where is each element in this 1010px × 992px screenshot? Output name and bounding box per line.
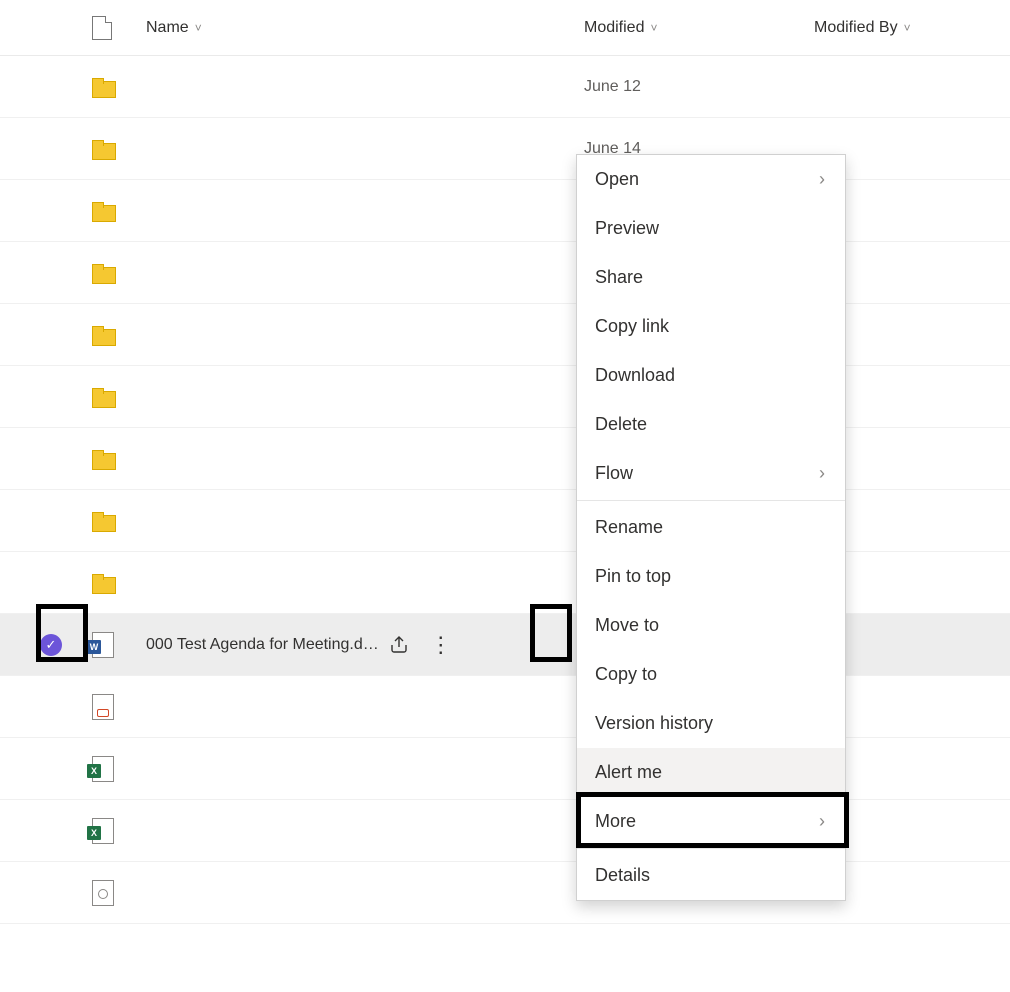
column-header-modifiedby[interactable]: Modified By ˅ xyxy=(814,19,994,37)
row-name-cell[interactable]: 000 Test Agenda for Meeting.d… ⋮ xyxy=(146,633,584,657)
chevron-right-icon: › xyxy=(819,463,825,484)
folder-icon xyxy=(92,574,114,592)
table-row[interactable]: ✓ W 000 Test Agenda for Meeting.d… ⋮ xyxy=(0,614,1010,676)
column-header-modifiedby-label: Modified By xyxy=(814,19,898,37)
row-icon-cell xyxy=(86,388,146,406)
folder-icon xyxy=(92,388,114,406)
row-icon-cell xyxy=(86,512,146,530)
menu-delete[interactable]: Delete xyxy=(577,400,845,449)
table-row[interactable]: June 14 xyxy=(0,118,1010,180)
menu-copy-link[interactable]: Copy link xyxy=(577,302,845,351)
row-icon-cell xyxy=(86,574,146,592)
item-context-menu: Open › Preview Share Copy link Download … xyxy=(576,154,846,901)
column-header-type[interactable] xyxy=(86,16,146,40)
row-icon-cell xyxy=(86,78,146,96)
powerpoint-file-icon xyxy=(92,694,114,720)
menu-copyto-label: Copy to xyxy=(595,664,657,685)
folder-icon xyxy=(92,202,114,220)
caret-down-icon: ˅ xyxy=(904,21,911,35)
menu-details[interactable]: Details xyxy=(577,851,845,900)
folder-icon xyxy=(92,78,114,96)
menu-flow-label: Flow xyxy=(595,463,633,484)
menu-open-label: Open xyxy=(595,169,639,190)
row-icon-cell xyxy=(86,694,146,720)
menu-download-label: Download xyxy=(595,365,675,386)
menu-share-label: Share xyxy=(595,267,643,288)
document-library-table: Name ˅ Modified ˅ Modified By ˅ June 12J… xyxy=(0,0,1010,924)
menu-flow[interactable]: Flow › xyxy=(577,449,845,498)
menu-pin-label: Pin to top xyxy=(595,566,671,587)
menu-move-label: Move to xyxy=(595,615,659,636)
folder-icon xyxy=(92,264,114,282)
row-icon-cell: X xyxy=(86,818,146,844)
column-header-name-label: Name xyxy=(146,19,189,37)
menu-alert-me[interactable]: Alert me xyxy=(577,748,845,797)
table-row[interactable] xyxy=(0,552,1010,614)
menu-open[interactable]: Open › xyxy=(577,155,845,204)
menu-separator xyxy=(577,500,845,501)
row-icon-cell xyxy=(86,202,146,220)
folder-icon xyxy=(92,326,114,344)
table-row[interactable] xyxy=(0,428,1010,490)
file-type-icon xyxy=(92,16,112,40)
column-header-modified[interactable]: Modified ˅ xyxy=(584,19,814,37)
column-header-name[interactable]: Name ˅ xyxy=(146,19,584,37)
excel-file-icon: X xyxy=(92,818,114,844)
menu-delete-label: Delete xyxy=(595,414,647,435)
table-row[interactable] xyxy=(0,490,1010,552)
system-file-icon xyxy=(92,880,114,906)
table-row[interactable] xyxy=(0,366,1010,428)
folder-icon xyxy=(92,450,114,468)
caret-down-icon: ˅ xyxy=(650,21,657,35)
share-icon[interactable] xyxy=(387,633,411,657)
menu-share[interactable]: Share xyxy=(577,253,845,302)
word-file-icon: W xyxy=(92,632,114,658)
column-header-row: Name ˅ Modified ˅ Modified By ˅ xyxy=(0,0,1010,56)
menu-separator xyxy=(577,848,845,849)
checkmark-icon[interactable]: ✓ xyxy=(40,634,62,656)
row-icon-cell xyxy=(86,264,146,282)
chevron-right-icon: › xyxy=(819,169,825,190)
chevron-right-icon: › xyxy=(819,811,825,832)
table-row[interactable] xyxy=(0,862,1010,924)
folder-icon xyxy=(92,512,114,530)
menu-version-history[interactable]: Version history xyxy=(577,699,845,748)
table-row[interactable]: June 12 xyxy=(0,56,1010,118)
menu-preview[interactable]: Preview xyxy=(577,204,845,253)
row-icon-cell xyxy=(86,140,146,158)
menu-rename[interactable]: Rename xyxy=(577,503,845,552)
excel-file-icon: X xyxy=(92,756,114,782)
row-icon-cell xyxy=(86,880,146,906)
table-row[interactable] xyxy=(0,180,1010,242)
caret-down-icon: ˅ xyxy=(195,21,202,35)
menu-more-label: More xyxy=(595,811,636,832)
table-row[interactable] xyxy=(0,304,1010,366)
folder-icon xyxy=(92,140,114,158)
row-icon-cell: W xyxy=(86,632,146,658)
file-name-label: 000 Test Agenda for Meeting.d… xyxy=(146,636,379,654)
row-icon-cell xyxy=(86,450,146,468)
menu-copy-link-label: Copy link xyxy=(595,316,669,337)
table-row[interactable]: X xyxy=(0,738,1010,800)
row-select-cell[interactable]: ✓ xyxy=(16,634,86,656)
menu-pin-to-top[interactable]: Pin to top xyxy=(577,552,845,601)
table-row[interactable]: X xyxy=(0,800,1010,862)
row-icon-cell xyxy=(86,326,146,344)
menu-preview-label: Preview xyxy=(595,218,659,239)
menu-details-label: Details xyxy=(595,865,650,886)
table-row[interactable] xyxy=(0,242,1010,304)
menu-rename-label: Rename xyxy=(595,517,663,538)
menu-copy-to[interactable]: Copy to xyxy=(577,650,845,699)
menu-move-to[interactable]: Move to xyxy=(577,601,845,650)
table-row[interactable]: ↘ xyxy=(0,676,1010,738)
column-header-modified-label: Modified xyxy=(584,19,644,37)
row-icon-cell: X xyxy=(86,756,146,782)
menu-alert-label: Alert me xyxy=(595,762,662,783)
row-modified-cell: June 12 xyxy=(584,78,814,96)
menu-version-label: Version history xyxy=(595,713,713,734)
menu-more[interactable]: More › xyxy=(577,797,845,846)
more-actions-icon[interactable]: ⋮ xyxy=(429,633,453,657)
table-body: June 12 June 14 ✓ W 000 Test Agenda for Meet… xyxy=(0,56,1010,924)
menu-download[interactable]: Download xyxy=(577,351,845,400)
